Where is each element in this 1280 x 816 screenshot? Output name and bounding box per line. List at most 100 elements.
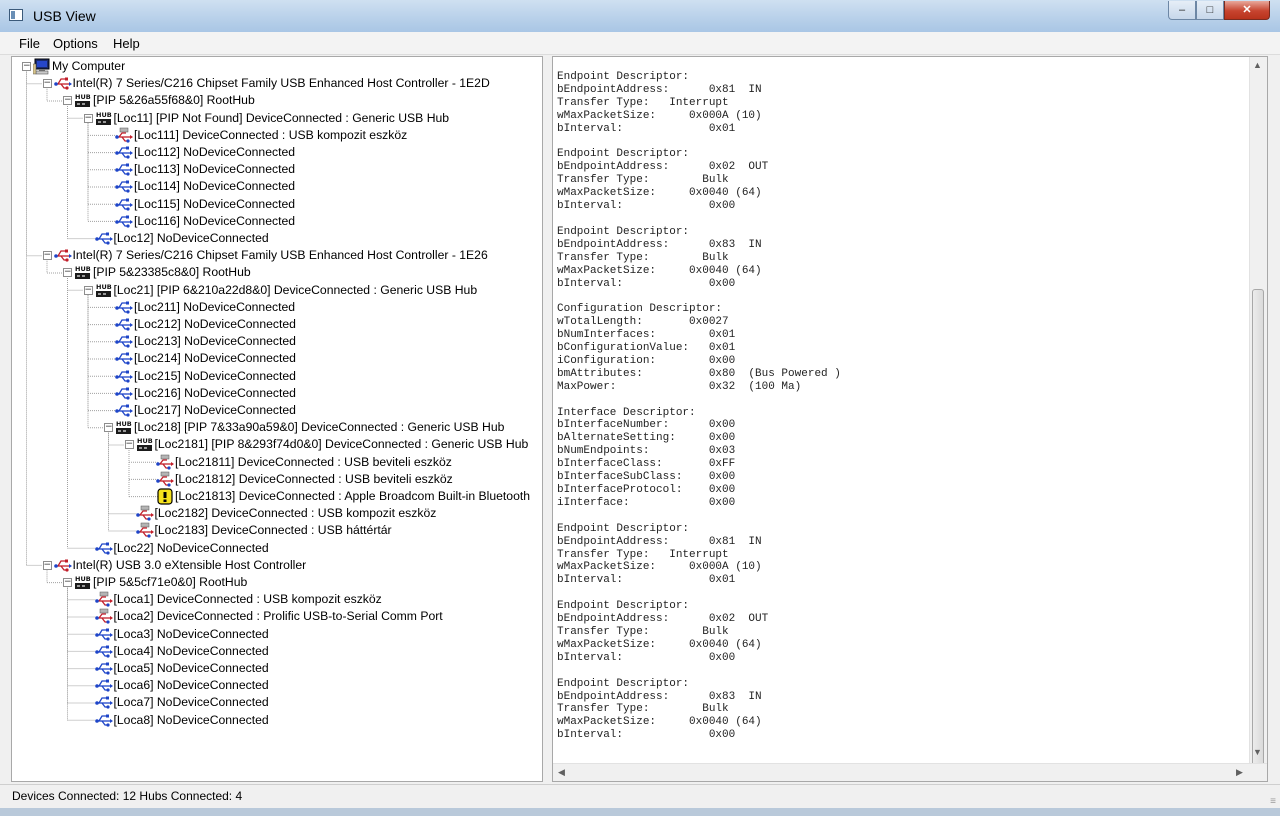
usb-controller-icon	[53, 247, 72, 264]
tree-node-label: [Loca2] DeviceConnected : Prolific USB-t…	[113, 609, 443, 624]
tree-node-label: [Loca4] NoDeviceConnected	[113, 643, 269, 658]
collapse-toggle-icon[interactable]: −	[124, 440, 134, 450]
usb-port-icon	[94, 540, 113, 557]
scroll-right-arrow-icon[interactable]: ▶	[1236, 767, 1243, 778]
usb-port-icon	[94, 660, 113, 677]
menu-options[interactable]: Options	[53, 36, 98, 51]
tree-node-label: [Loc2182] DeviceConnected : USB kompozit…	[154, 506, 437, 521]
tree-node-label: [Loca8] NoDeviceConnected	[113, 712, 269, 727]
tree-node-label: [Loc214] NoDeviceConnected	[134, 351, 296, 366]
warning-device-icon	[156, 488, 174, 505]
hub-icon: HUB	[115, 419, 133, 436]
tree-node-label: My Computer	[52, 59, 126, 73]
status-bar: Devices Connected: 12 Hubs Connected: 4 …	[0, 784, 1280, 809]
resize-grip-icon[interactable]: ≡	[1270, 796, 1276, 807]
usbview-window: USB View – □ ✕ File Options Help − My Com…	[0, 0, 1280, 816]
collapse-toggle-icon[interactable]: −	[63, 96, 72, 106]
tree-node-label: [Loc212] NoDeviceConnected	[134, 317, 296, 331]
usb-device-icon	[135, 522, 154, 539]
descriptor-detail-pane[interactable]: Endpoint Descriptor: bEndpointAddress: 0…	[552, 56, 1268, 782]
usb-device-icon	[94, 608, 113, 625]
hub-icon: HUB	[95, 110, 113, 127]
usb-device-icon	[135, 505, 154, 522]
menu-help[interactable]: Help	[113, 36, 140, 51]
collapse-toggle-icon[interactable]: −	[83, 285, 93, 295]
tree-node-label: [Loc216] NoDeviceConnected	[134, 385, 296, 400]
svg-text:HUB: HUB	[96, 283, 112, 291]
svg-text:HUB: HUB	[137, 437, 153, 445]
tree-node-label: [Loc111] DeviceConnected : USB kompozit …	[134, 127, 408, 142]
tree-node-label: [Loc213] NoDeviceConnected	[134, 334, 296, 349]
tree-node-label: [Loc113] NoDeviceConnected	[134, 162, 296, 177]
usb-port-icon	[115, 368, 133, 385]
usb-controller-icon	[53, 557, 72, 574]
window-controls: – □ ✕	[1168, 1, 1270, 21]
tree-node-label: [PIP 5&5cf71e0&0] RootHub	[93, 575, 248, 589]
menu-file[interactable]: File	[19, 36, 40, 51]
svg-text:HUB: HUB	[75, 265, 91, 273]
usb-device-icon	[156, 454, 174, 471]
window-title: USB View	[33, 8, 96, 24]
hub-icon: HUB	[74, 574, 92, 591]
menu-bar: File Options Help	[0, 32, 1280, 55]
tree-node-label: [Loc218] [PIP 7&33a90a59&0] DeviceConnec…	[134, 420, 505, 435]
usb-port-icon	[115, 161, 133, 178]
tree-node-label: [Loc22] NoDeviceConnected	[113, 540, 269, 555]
svg-text:HUB: HUB	[116, 420, 132, 428]
collapse-toggle-icon[interactable]: −	[63, 578, 72, 587]
tree-node-label: [Loc215] NoDeviceConnected	[134, 368, 296, 383]
svg-text:HUB: HUB	[75, 575, 91, 583]
collapse-toggle-icon[interactable]: −	[83, 113, 93, 123]
tree-node-label: [PIP 5&26a55f68&0] RootHub	[93, 93, 255, 108]
collapse-toggle-icon[interactable]: −	[42, 560, 52, 570]
tree-node-label: [PIP 5&23385c8&0] RootHub	[93, 265, 251, 280]
app-icon	[9, 9, 23, 21]
tree-node-label: [Loca1] DeviceConnected : USB kompozit e…	[113, 592, 382, 607]
scroll-up-arrow-icon[interactable]: ▲	[1253, 60, 1262, 70]
tree-node-label: [Loc217] NoDeviceConnected	[134, 403, 296, 417]
tree-node-label: [Loc12] NoDeviceConnected	[113, 231, 269, 245]
scroll-thumb[interactable]	[1252, 289, 1264, 781]
svg-text:HUB: HUB	[75, 93, 91, 101]
hub-icon: HUB	[136, 436, 154, 453]
tree-node-label: [Loc112] NoDeviceConnected	[134, 145, 296, 159]
tree-node-label: [Loca5] NoDeviceConnected	[113, 661, 269, 675]
descriptor-text: Endpoint Descriptor: bEndpointAddress: 0…	[557, 71, 841, 742]
usb-device-icon	[156, 471, 174, 488]
tree-node-label: [Loca6] NoDeviceConnected	[113, 678, 269, 693]
tree-node-label: [Loca7] NoDeviceConnected	[113, 695, 269, 710]
tree-node-label: [Loc211] NoDeviceConnected	[134, 299, 296, 314]
collapse-toggle-icon[interactable]: −	[63, 268, 72, 278]
usb-port-icon	[115, 385, 133, 402]
usb-port-icon	[115, 213, 133, 230]
close-button[interactable]: ✕	[1224, 1, 1270, 20]
usb-port-icon	[94, 626, 113, 643]
device-tree[interactable]: − My Computer − Intel(R) 7 Series/C216 Chip…	[11, 56, 543, 782]
tree-node-label: Intel(R) 7 Series/C216 Chipset Family US…	[72, 76, 490, 91]
collapse-toggle-icon[interactable]: −	[42, 79, 52, 89]
status-text: Devices Connected: 12 Hubs Connected: 4	[12, 789, 243, 803]
detail-horizontal-scrollbar[interactable]: ◀ ▶	[553, 763, 1267, 781]
usb-port-icon	[94, 643, 113, 660]
usb-port-icon	[115, 178, 133, 195]
pane-splitter[interactable]	[543, 56, 551, 780]
collapse-toggle-icon[interactable]: −	[22, 62, 31, 71]
usb-device-icon	[94, 591, 113, 608]
window-bottom-edge	[0, 808, 1280, 816]
title-bar[interactable]: USB View – □ ✕	[0, 0, 1280, 33]
maximize-button[interactable]: □	[1196, 1, 1224, 20]
scroll-down-arrow-icon[interactable]: ▼	[1253, 747, 1262, 757]
scroll-left-arrow-icon[interactable]: ◀	[558, 767, 565, 778]
collapse-toggle-icon[interactable]: −	[104, 423, 113, 433]
collapse-toggle-icon[interactable]: −	[42, 251, 52, 261]
tree-node-label: [Loc21812] DeviceConnected : USB bevitel…	[175, 471, 453, 486]
hub-icon: HUB	[74, 92, 92, 109]
usb-port-icon	[115, 144, 133, 161]
tree-node-label: [Loc115] NoDeviceConnected	[134, 196, 296, 211]
tree-node-label: [Loca3] NoDeviceConnected	[113, 626, 269, 641]
svg-text:HUB: HUB	[96, 111, 112, 119]
detail-vertical-scrollbar[interactable]: ▲ ▼	[1249, 57, 1267, 781]
minimize-button[interactable]: –	[1168, 1, 1196, 20]
hub-icon: HUB	[95, 282, 113, 299]
tree-node-label: [Loc21] [PIP 6&210a22d8&0] DeviceConnect…	[113, 282, 478, 297]
